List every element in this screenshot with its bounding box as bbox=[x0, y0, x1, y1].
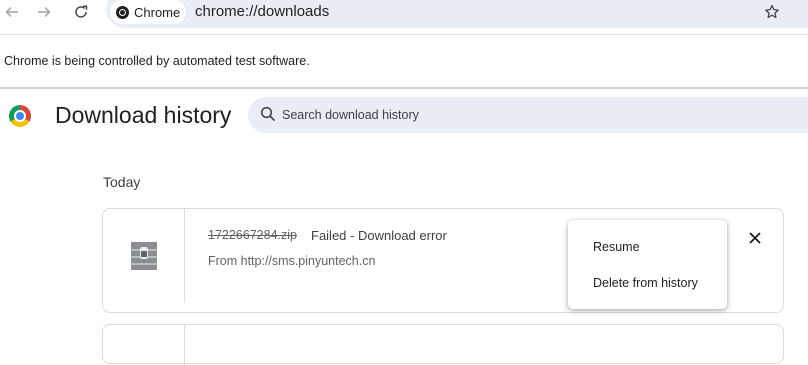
reload-icon bbox=[75, 5, 88, 18]
infobar-message: Chrome is being controlled by automated … bbox=[4, 54, 310, 68]
download-source[interactable]: From http://sms.pinyuntech.cn bbox=[208, 254, 375, 268]
menu-item-delete-from-history[interactable]: Delete from history bbox=[568, 265, 727, 301]
back-button[interactable] bbox=[0, 0, 24, 24]
search-box[interactable] bbox=[248, 97, 808, 133]
url-text[interactable]: chrome://downloads bbox=[195, 3, 329, 20]
chrome-logo-icon bbox=[9, 105, 31, 127]
remove-download-button[interactable] bbox=[745, 228, 765, 248]
download-item bbox=[102, 324, 784, 365]
search-input[interactable] bbox=[282, 97, 802, 133]
forward-button[interactable] bbox=[32, 0, 56, 24]
reload-button[interactable] bbox=[69, 0, 93, 24]
download-status: Failed - Download error bbox=[311, 228, 447, 243]
card-divider bbox=[184, 325, 185, 365]
search-icon bbox=[260, 106, 276, 122]
automation-infobar: Chrome is being controlled by automated … bbox=[0, 35, 808, 87]
arrow-left-icon bbox=[5, 7, 18, 17]
site-chip[interactable]: Chrome bbox=[110, 0, 187, 24]
date-section-label: Today bbox=[103, 174, 141, 190]
page-title: Download history bbox=[55, 102, 232, 128]
site-chip-label: Chrome bbox=[134, 4, 181, 20]
arrow-right-icon bbox=[38, 7, 51, 17]
chrome-icon bbox=[116, 5, 129, 19]
card-divider bbox=[184, 209, 185, 302]
star-icon bbox=[765, 4, 779, 19]
download-filename[interactable]: 1722667284.zip bbox=[208, 228, 297, 242]
archive-file-icon bbox=[131, 242, 157, 270]
close-icon bbox=[749, 232, 761, 244]
menu-item-resume[interactable]: Resume bbox=[568, 229, 727, 265]
bookmark-button[interactable] bbox=[762, 0, 782, 24]
page-header: Download history bbox=[0, 89, 808, 145]
browser-toolbar: Chrome chrome://downloads bbox=[0, 0, 808, 28]
context-menu: Resume Delete from history bbox=[568, 220, 727, 309]
